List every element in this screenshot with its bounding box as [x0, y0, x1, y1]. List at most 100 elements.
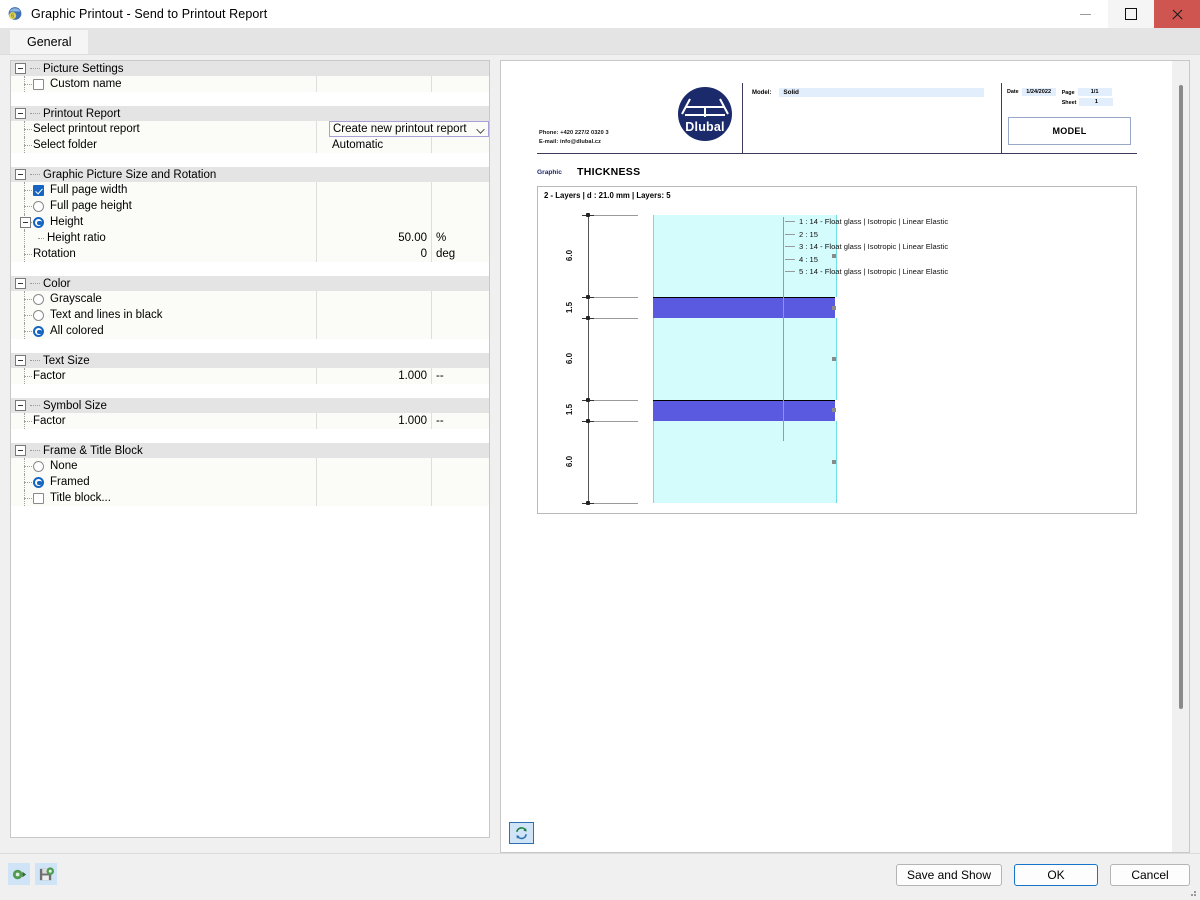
settings-row[interactable]: Text and lines in black	[11, 307, 489, 323]
settings-row-value-cell[interactable]	[317, 214, 432, 230]
settings-row-value-cell[interactable]	[317, 458, 432, 474]
checkbox[interactable]	[33, 184, 44, 196]
dropdown-value: Create new printout report	[333, 123, 467, 135]
collapse-icon[interactable]	[15, 169, 26, 180]
radio-button[interactable]	[33, 216, 44, 228]
header-model-block: Model: Solid	[742, 83, 1001, 153]
tree-connector	[15, 490, 33, 506]
collapse-icon[interactable]	[20, 217, 31, 228]
settings-row-value-cell[interactable]	[317, 182, 432, 198]
settings-row-value-cell[interactable]: 1.000	[317, 413, 432, 429]
legend-label: 2 : 15	[799, 229, 818, 239]
settings-group-header[interactable]: Picture Settings	[11, 61, 489, 76]
footer-button-group: Save and Show OK Cancel	[895, 864, 1190, 886]
maximize-button[interactable]	[1108, 0, 1154, 28]
settings-row-value: 1.000	[398, 370, 427, 382]
radio-button[interactable]	[33, 309, 44, 321]
close-button[interactable]	[1154, 0, 1200, 28]
legend-tick	[785, 221, 795, 222]
settings-row-label: Framed	[50, 476, 90, 488]
settings-group-header[interactable]: Printout Report	[11, 106, 489, 121]
settings-row[interactable]: Full page height	[11, 198, 489, 214]
settings-row-label-cell: Height ratio	[11, 230, 317, 246]
settings-row-label: Factor	[33, 370, 66, 382]
settings-row-value-cell[interactable]: 1.000	[317, 368, 432, 384]
settings-row[interactable]: Title block...	[11, 490, 489, 506]
settings-row[interactable]: Select printout report Create new printou…	[11, 121, 489, 137]
collapse-icon[interactable]	[15, 445, 26, 456]
settings-row-value-cell[interactable]	[317, 474, 432, 490]
minimize-button[interactable]	[1062, 0, 1108, 28]
checkbox[interactable]	[33, 78, 44, 90]
radio-button[interactable]	[33, 460, 44, 472]
settings-row-value-cell[interactable]	[317, 490, 432, 506]
legend-item: 4 : 15	[785, 255, 818, 264]
settings-row-unit-cell	[432, 182, 478, 198]
settings-row[interactable]: All colored	[11, 323, 489, 339]
settings-row[interactable]: Select folder Automatic	[11, 137, 489, 153]
cancel-button[interactable]: Cancel	[1110, 864, 1190, 886]
settings-row[interactable]: Factor 1.000 --	[11, 368, 489, 384]
settings-row-value-cell[interactable]	[317, 76, 432, 92]
settings-row-value-cell[interactable]	[317, 291, 432, 307]
legend-tick	[785, 258, 795, 260]
settings-row-label: Text and lines in black	[50, 309, 163, 321]
legend-item: 2 : 15	[785, 230, 818, 239]
collapse-icon[interactable]	[15, 63, 26, 74]
settings-row[interactable]: Grayscale	[11, 291, 489, 307]
settings-group-header[interactable]: Frame & Title Block	[11, 443, 489, 458]
radio-button[interactable]	[33, 293, 44, 305]
tree-connector	[15, 474, 33, 490]
settings-row-value-cell[interactable]: 50.00	[317, 230, 432, 246]
settings-row[interactable]: Full page width	[11, 182, 489, 198]
dimension-label: 6.0	[565, 455, 575, 467]
settings-row-label-cell: Factor	[11, 413, 317, 429]
extension-line	[594, 317, 638, 319]
tab-general[interactable]: General	[10, 30, 89, 54]
preview-scrollbar[interactable]	[1172, 61, 1189, 852]
settings-row[interactable]: None	[11, 458, 489, 474]
settings-row-label-cell: Factor	[11, 368, 317, 384]
dimension-label: 1.5	[565, 301, 575, 313]
collapse-icon[interactable]	[15, 355, 26, 366]
refresh-preview-button[interactable]	[509, 822, 534, 844]
settings-group-header[interactable]: Symbol Size	[11, 398, 489, 413]
tree-connector	[15, 291, 33, 307]
page-header: Phone: +420 227/2 0320 3 E-mail: info@dl…	[537, 83, 1137, 154]
dimension-line	[588, 215, 589, 503]
resize-grip[interactable]	[1187, 887, 1197, 897]
select-printout-report-dropdown[interactable]: Create new printout report	[329, 121, 489, 137]
radio-button[interactable]	[33, 200, 44, 212]
sheet-row: Sheet 1	[1062, 98, 1120, 106]
leader-marker	[832, 459, 836, 464]
settings-row[interactable]: Height	[11, 214, 489, 230]
settings-row-value-cell[interactable]	[317, 307, 432, 323]
ok-button[interactable]: OK	[1014, 864, 1098, 886]
settings-row[interactable]: Custom name	[11, 76, 489, 92]
settings-row-value-cell[interactable]	[317, 323, 432, 339]
dimension-label: 6.0	[565, 250, 575, 262]
settings-row-unit: deg	[436, 248, 456, 260]
save-settings-button[interactable]	[35, 863, 57, 885]
settings-row[interactable]: Factor 1.000 --	[11, 413, 489, 429]
settings-row-unit: %	[436, 232, 447, 244]
save-and-show-button[interactable]: Save and Show	[895, 864, 1002, 886]
settings-row[interactable]: Height ratio 50.00%	[11, 230, 489, 246]
collapse-icon[interactable]	[15, 108, 26, 119]
settings-row[interactable]: Framed	[11, 474, 489, 490]
preview-scrollbar-thumb[interactable]	[1179, 85, 1183, 709]
settings-row-value-cell[interactable]: 0	[317, 246, 432, 262]
settings-row-value: 0	[420, 248, 427, 260]
collapse-icon[interactable]	[15, 278, 26, 289]
settings-group-header[interactable]: Graphic Picture Size and Rotation	[11, 167, 489, 182]
settings-row[interactable]: Rotation 0 deg	[11, 246, 489, 262]
radio-button[interactable]	[33, 476, 44, 488]
logo-text: Dlubal	[685, 120, 725, 134]
settings-group-header[interactable]: Text Size	[11, 353, 489, 368]
export-settings-button[interactable]	[8, 863, 30, 885]
radio-button[interactable]	[33, 325, 44, 337]
settings-row-value-cell[interactable]	[317, 198, 432, 214]
checkbox[interactable]	[33, 492, 44, 504]
settings-group-header[interactable]: Color	[11, 276, 489, 291]
collapse-icon[interactable]	[15, 400, 26, 411]
